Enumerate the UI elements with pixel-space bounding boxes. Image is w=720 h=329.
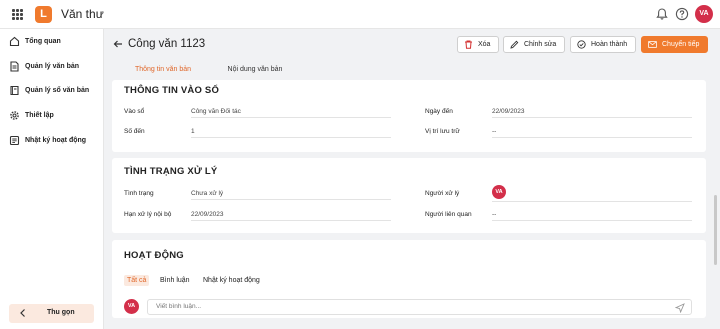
- complete-label: Hoàn thành: [591, 41, 628, 48]
- sidebar-item-documents[interactable]: Quản lý văn bản: [0, 56, 104, 76]
- pencil-icon: [510, 40, 519, 49]
- processing-status-card: TÌNH TRẠNG XỬ LÝ Tình trạng Chưa xử lý N…: [112, 158, 706, 233]
- divider: [492, 201, 692, 202]
- home-icon: [9, 36, 20, 47]
- scrollbar[interactable]: [714, 195, 717, 265]
- handler-avatar[interactable]: VA: [492, 185, 506, 199]
- divider: [191, 220, 391, 221]
- gear-icon: [9, 110, 20, 121]
- chevron-left-icon: [20, 309, 25, 317]
- bell-icon[interactable]: [655, 7, 669, 21]
- forward-button[interactable]: Chuyển tiếp: [641, 36, 708, 53]
- edit-button[interactable]: Chỉnh sửa: [503, 36, 565, 53]
- activity-tab-log[interactable]: Nhật ký hoạt động: [203, 277, 260, 284]
- book-value: Công văn Đối tác: [191, 108, 241, 115]
- document-tabs: Thông tin văn bản Nội dung văn bản: [104, 60, 720, 82]
- edit-label: Chỉnh sửa: [524, 41, 557, 48]
- check-circle-icon: [577, 40, 586, 49]
- comment-box: [147, 299, 692, 315]
- internal-deadline-value: 22/09/2023: [191, 211, 224, 218]
- related-person-label: Người liên quan: [425, 211, 472, 218]
- related-person-value: --: [492, 211, 497, 218]
- arrival-number-label: Số đến: [124, 128, 145, 135]
- app-logo: L: [35, 6, 52, 23]
- activity-tab-comments[interactable]: Bình luận: [160, 277, 190, 284]
- send-icon[interactable]: [675, 303, 685, 313]
- storage-location-label: Vị trí lưu trữ: [425, 128, 460, 135]
- commenter-avatar: VA: [124, 299, 139, 314]
- sidebar-item-label: Tổng quan: [25, 37, 61, 45]
- entry-info-card: THÔNG TIN VÀO SỔ Vào sổ Công văn Đối tác…: [112, 80, 706, 152]
- status-label: Tình trạng: [124, 190, 154, 197]
- document-icon: [9, 60, 20, 72]
- entry-section-title: THÔNG TIN VÀO SỔ: [124, 85, 220, 96]
- delete-label: Xóa: [478, 41, 491, 48]
- divider: [492, 220, 692, 221]
- collapse-sidebar-button[interactable]: Thu gọn: [9, 304, 94, 323]
- sidebar-item-label: Quản lý sổ văn bản: [25, 86, 90, 94]
- book-label: Vào sổ: [124, 108, 145, 115]
- divider: [492, 137, 692, 138]
- divider: [191, 199, 391, 200]
- sidebar-item-label: Nhật ký hoạt động: [25, 136, 87, 144]
- divider: [492, 117, 692, 118]
- app-grid-icon[interactable]: [12, 9, 23, 20]
- collapse-label: Thu gọn: [47, 309, 75, 316]
- sidebar: Tổng quan Quản lý văn bản Quản lý sổ văn…: [0, 29, 104, 329]
- book-icon: [9, 85, 20, 96]
- log-icon: [9, 135, 20, 146]
- back-arrow-icon[interactable]: [113, 39, 123, 49]
- arrival-date-label: Ngày đến: [425, 108, 453, 115]
- tab-document-content[interactable]: Nội dung văn bản: [216, 60, 294, 82]
- sidebar-item-books[interactable]: Quản lý sổ văn bản: [0, 80, 104, 100]
- status-value: Chưa xử lý: [191, 190, 224, 197]
- sidebar-item-label: Quản lý văn bản: [25, 62, 80, 70]
- status-section-title: TÌNH TRẠNG XỬ LÝ: [124, 166, 218, 177]
- page-title: Công văn 1123: [128, 38, 206, 50]
- divider: [191, 137, 391, 138]
- handler-label: Người xử lý: [425, 190, 460, 197]
- storage-location-value: --: [492, 128, 497, 135]
- user-avatar[interactable]: VA: [695, 5, 713, 23]
- sidebar-item-settings[interactable]: Thiết lập: [0, 105, 104, 125]
- tab-document-info[interactable]: Thông tin văn bản: [118, 60, 208, 82]
- arrival-date-value: 22/09/2023: [492, 108, 525, 115]
- sidebar-item-label: Thiết lập: [25, 111, 54, 119]
- internal-deadline-label: Hạn xử lý nội bộ: [124, 211, 172, 218]
- arrival-number-value: 1: [191, 128, 195, 135]
- comment-input[interactable]: [156, 303, 636, 310]
- delete-button[interactable]: Xóa: [457, 36, 499, 53]
- sidebar-item-overview[interactable]: Tổng quan: [0, 31, 104, 51]
- help-icon[interactable]: [675, 7, 689, 21]
- complete-button[interactable]: Hoàn thành: [570, 36, 636, 53]
- forward-label: Chuyển tiếp: [662, 41, 700, 48]
- divider: [191, 117, 391, 118]
- sidebar-item-activity-log[interactable]: Nhật ký hoạt động: [0, 130, 104, 150]
- activity-tab-all[interactable]: Tất cả: [124, 275, 150, 286]
- activity-section-title: HOẠT ĐỘNG: [124, 250, 184, 261]
- trash-icon: [464, 40, 473, 49]
- app-title: Văn thư: [61, 7, 104, 21]
- top-bar: L Văn thư VA: [0, 0, 720, 29]
- mail-icon: [648, 40, 657, 49]
